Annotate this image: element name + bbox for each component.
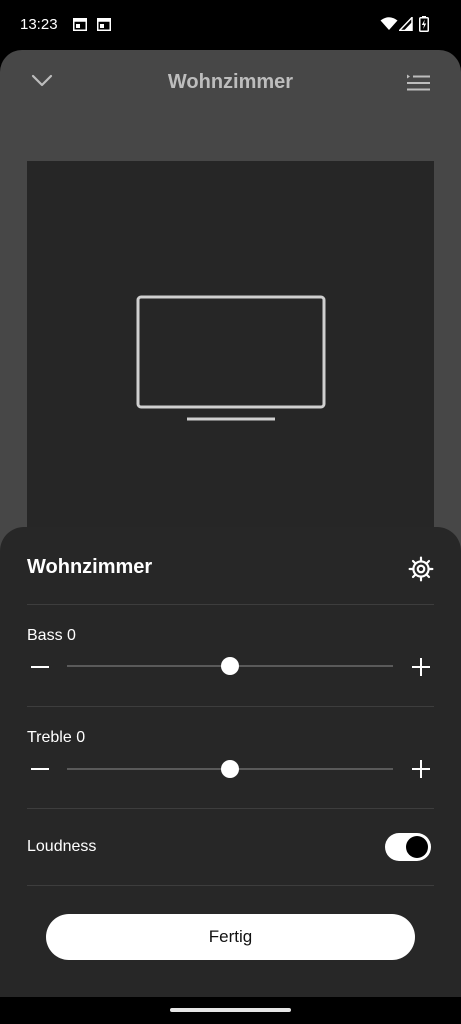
queue-list-icon[interactable]: [406, 72, 431, 92]
page-title: Wohnzimmer: [167, 71, 294, 93]
calendar-icon: [73, 18, 87, 31]
treble-decrease-icon[interactable]: [30, 759, 50, 779]
bass-slider-thumb[interactable]: [221, 657, 239, 675]
bass-label: Bass 0: [27, 627, 76, 644]
artwork: [27, 161, 434, 541]
done-button[interactable]: Fertig: [46, 914, 415, 960]
loudness-toggle[interactable]: [385, 833, 431, 861]
toggle-knob: [406, 836, 428, 858]
wifi-icon: [380, 17, 398, 30]
loudness-label: Loudness: [27, 838, 97, 855]
bass-decrease-icon[interactable]: [30, 657, 50, 677]
signal-icon: [399, 17, 413, 31]
tv-icon: [136, 295, 326, 421]
divider: [27, 604, 434, 605]
status-bar: 13:23: [0, 0, 461, 50]
treble-label: Treble 0: [27, 729, 86, 746]
sheet-title: Wohnzimmer: [27, 556, 153, 578]
battery-charging-icon: [419, 16, 429, 32]
divider: [27, 885, 434, 886]
divider: [27, 808, 434, 809]
treble-increase-icon[interactable]: [411, 759, 431, 779]
gear-icon[interactable]: [408, 556, 434, 582]
treble-slider-thumb[interactable]: [221, 760, 239, 778]
divider: [27, 706, 434, 707]
bass-increase-icon[interactable]: [411, 657, 431, 677]
home-indicator[interactable]: [170, 1008, 291, 1012]
calendar-icon: [97, 18, 111, 31]
status-time: 13:23: [20, 16, 58, 33]
